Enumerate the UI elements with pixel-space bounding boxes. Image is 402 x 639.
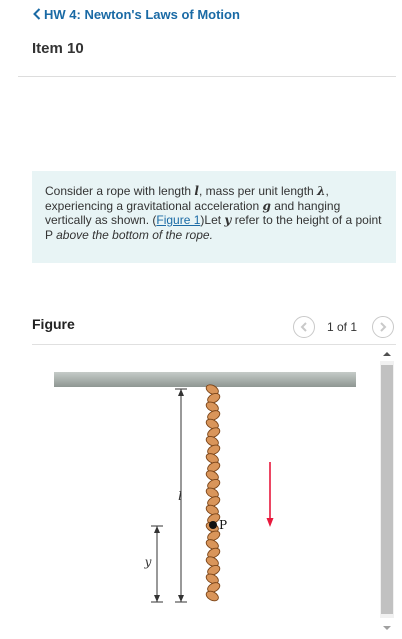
scrollbar-thumb[interactable] xyxy=(381,365,393,614)
figure-divider xyxy=(32,344,396,345)
problem-text-2: , mass per unit length xyxy=(198,184,318,198)
figure-viewport: l y P xyxy=(32,350,374,635)
item-title: Item 10 xyxy=(32,40,84,57)
height-dimension-line xyxy=(151,525,163,603)
previous-figure-button[interactable] xyxy=(293,316,315,338)
point-p-label: P xyxy=(219,518,227,532)
chevron-left-icon xyxy=(33,8,41,20)
length-label: l xyxy=(178,489,182,503)
next-figure-button[interactable] xyxy=(372,316,394,338)
scroll-up-arrow[interactable] xyxy=(381,349,393,359)
chevron-right-icon xyxy=(380,322,387,332)
point-p-marker xyxy=(209,521,217,529)
header-divider xyxy=(18,76,396,77)
var-g: g xyxy=(262,198,271,213)
rope xyxy=(205,384,221,602)
ceiling-bar xyxy=(54,372,356,387)
problem-text-emph: above the bottom of the rope. xyxy=(56,227,213,242)
chevron-left-icon xyxy=(300,322,307,332)
problem-text-5: )Let xyxy=(200,213,225,227)
assignment-title: HW 4: Newton's Laws of Motion xyxy=(44,6,240,22)
figure-title: Figure xyxy=(32,316,75,332)
figure-link[interactable]: Figure 1 xyxy=(156,213,200,227)
problem-statement: Consider a rope with length l, mass per … xyxy=(32,171,396,263)
scrollbar-track[interactable] xyxy=(380,361,394,618)
back-to-assignment-link[interactable]: HW 4: Newton's Laws of Motion xyxy=(32,5,240,23)
height-label: y xyxy=(144,555,152,569)
problem-text-1: Consider a rope with length xyxy=(45,184,195,198)
scroll-down-arrow[interactable] xyxy=(381,623,393,633)
rope-figure: l y P xyxy=(54,372,356,603)
figure-page-count: 1 of 1 xyxy=(327,320,358,334)
gravity-arrow xyxy=(266,462,274,527)
